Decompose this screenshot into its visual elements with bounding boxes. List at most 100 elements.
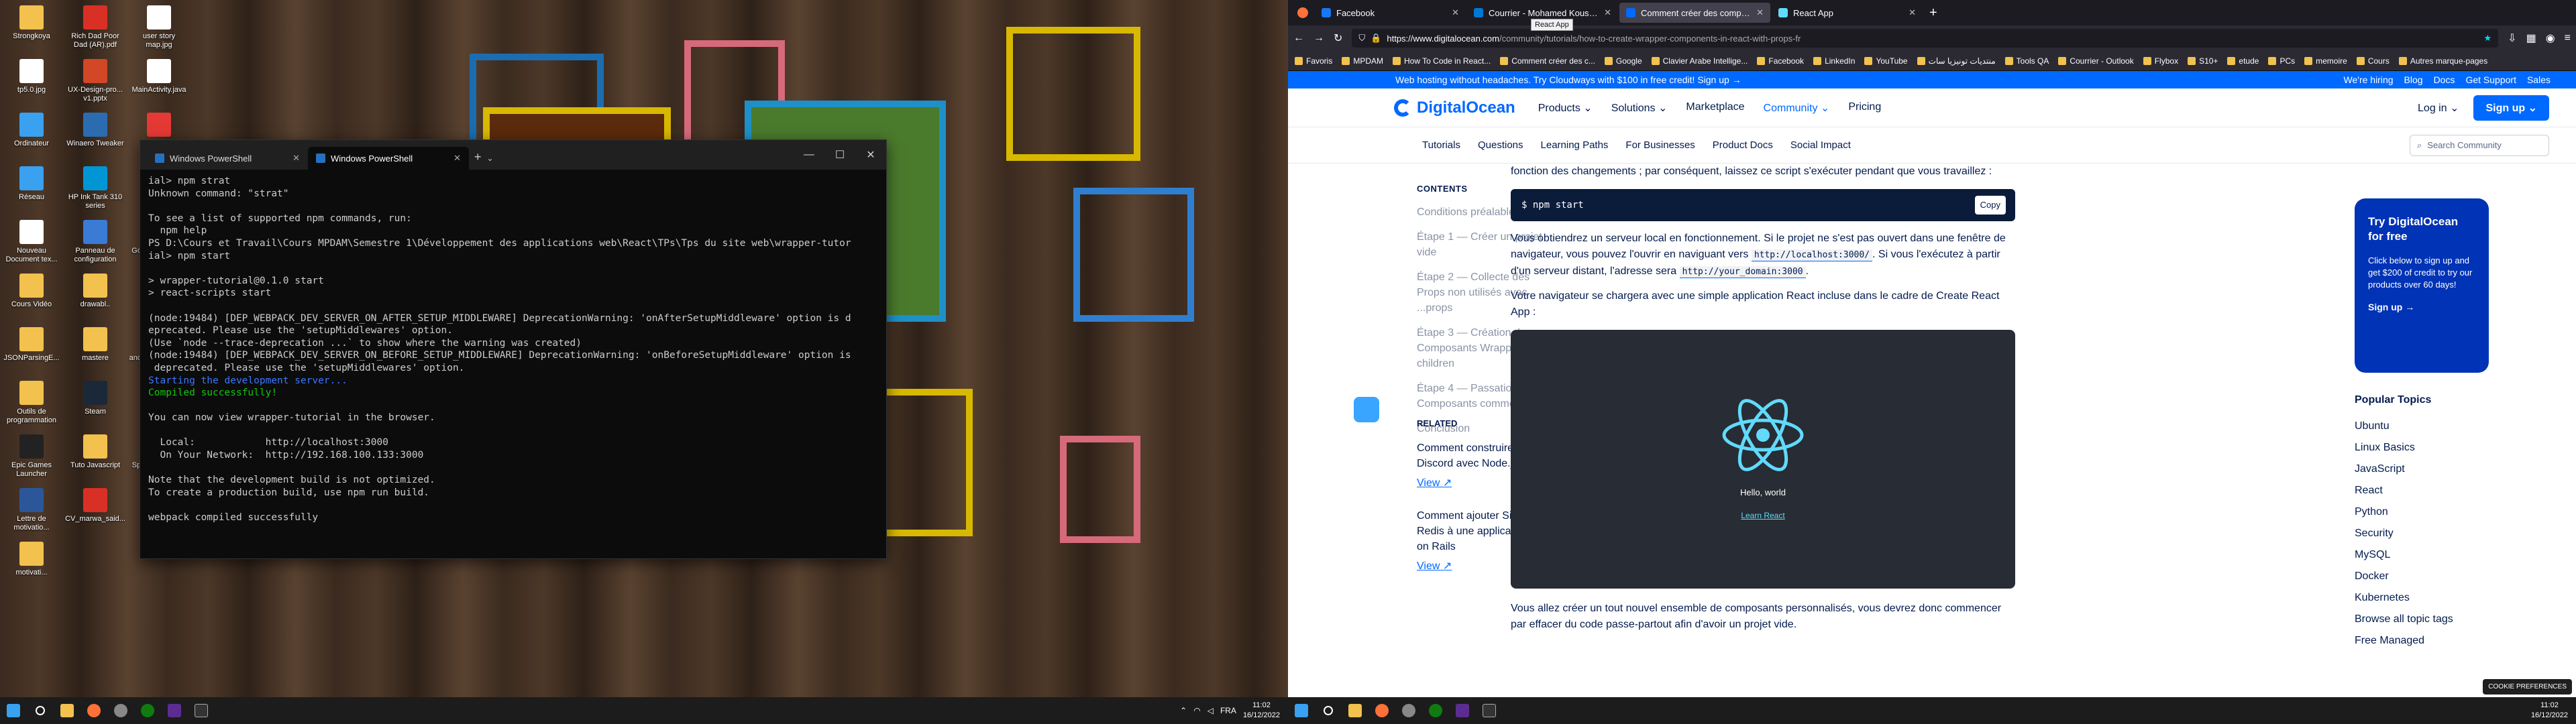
start-icon[interactable] — [1288, 697, 1315, 724]
desktop-icon[interactable]: tp5.0.jpg — [1, 56, 62, 117]
start-icon[interactable] — [0, 697, 27, 724]
login-link[interactable]: Log in ⌄ — [2418, 101, 2459, 115]
bookmark-star-icon[interactable]: ★ — [2484, 33, 2492, 44]
signup-button[interactable]: Sign up ⌄ — [2473, 95, 2549, 121]
nav-item[interactable]: Pricing — [1848, 101, 1881, 115]
volume-icon[interactable]: ◁ — [1208, 706, 1214, 715]
promo-text[interactable]: Web hosting without headaches. Try Cloud… — [1395, 74, 1741, 85]
close-icon[interactable]: ✕ — [453, 153, 461, 164]
bookmark-item[interactable]: MPDAM — [1342, 56, 1383, 66]
reload-icon[interactable]: ↻ — [1334, 32, 1342, 45]
terminal-tab-active[interactable]: Windows PowerShell ✕ — [308, 147, 469, 170]
bookmark-item[interactable]: LinkedIn — [1813, 56, 1855, 66]
promo-link[interactable]: We're hiring — [2344, 74, 2394, 85]
desktop-icon[interactable]: Lettre de motivatio... — [1, 485, 62, 546]
bookmark-item[interactable]: Cours — [2356, 56, 2390, 66]
desktop-icon[interactable]: user story map.jpg — [129, 3, 189, 63]
desktop-icon[interactable]: Rich Dad Poor Dad (AR).pdf — [65, 3, 125, 63]
topic-link[interactable]: Ubuntu — [2355, 416, 2516, 437]
close-tab-icon[interactable]: ✕ — [1604, 7, 1611, 18]
download-icon[interactable]: ⇩ — [2508, 32, 2516, 45]
desktop-icon[interactable]: Epic Games Launcher — [1, 432, 62, 492]
bookmark-item[interactable]: How To Code in React... — [1393, 56, 1491, 66]
promo-link[interactable]: Sales — [2527, 74, 2551, 85]
back-icon[interactable]: ← — [1293, 32, 1304, 44]
bookmark-item[interactable]: PCs — [2268, 56, 2295, 66]
terminal-output[interactable]: ial> npm strat Unknown command: "strat" T… — [140, 170, 886, 530]
firefox-icon[interactable] — [80, 697, 107, 724]
bookmark-item[interactable]: S10+ — [2188, 56, 2218, 66]
desktop-icon[interactable]: drawabl.. — [65, 271, 125, 331]
language-indicator[interactable]: FRA — [1220, 706, 1236, 715]
logo[interactable]: DigitalOcean — [1394, 99, 1515, 117]
topic-link[interactable]: MySQL — [2355, 544, 2516, 566]
promo-link[interactable]: Blog — [2404, 74, 2423, 85]
topic-link[interactable]: Security — [2355, 523, 2516, 544]
nav-item[interactable]: Marketplace — [1686, 101, 1744, 115]
browser-tab[interactable]: React App ✕ — [1772, 3, 1923, 23]
desktop-icon[interactable]: Steam — [65, 378, 125, 438]
desktop-icon[interactable]: mastere — [65, 324, 125, 385]
desktop-icon[interactable]: HP Ink Tank 310 series — [65, 164, 125, 224]
bookmark-item[interactable]: منتديات تونيزيا سات — [1917, 56, 1996, 66]
bookmark-item[interactable]: Clavier Arabe Intellige... — [1651, 56, 1748, 66]
nav-item[interactable]: Solutions ⌄ — [1611, 101, 1668, 115]
topic-link[interactable]: Linux Basics — [2355, 437, 2516, 459]
maximize-icon[interactable]: ☐ — [824, 140, 855, 170]
menu-icon[interactable]: ≡ — [2565, 32, 2571, 44]
desktop-icon[interactable]: Winaero Tweaker — [65, 110, 125, 170]
bookmark-item[interactable]: memoire — [2304, 56, 2347, 66]
desktop-icon[interactable]: Réseau — [1, 164, 62, 224]
settings-icon[interactable] — [1395, 697, 1422, 724]
bookmark-item[interactable]: etude — [2227, 56, 2259, 66]
xbox-icon[interactable] — [1422, 697, 1449, 724]
close-window-icon[interactable]: ✕ — [855, 140, 886, 170]
powershell-window[interactable]: Windows PowerShell ✕ Windows PowerShell ✕ … — [140, 139, 887, 559]
desktop-icon[interactable]: Cours Vidéo — [1, 271, 62, 331]
subnav-item[interactable]: Product Docs — [1713, 139, 1773, 151]
promo-signup-button[interactable]: Sign up → — [2368, 302, 2475, 312]
bookmark-item[interactable]: Favoris — [1295, 56, 1332, 66]
bookmark-item[interactable]: Tools QA — [2004, 56, 2049, 66]
new-tab-icon[interactable]: + — [1929, 5, 1937, 21]
desktop-icon[interactable]: Tuto Javascript — [65, 432, 125, 492]
terminal-icon[interactable] — [188, 697, 215, 724]
file-explorer-icon[interactable] — [54, 697, 80, 724]
copy-button[interactable]: Copy — [1974, 196, 2006, 215]
promo-link[interactable]: Docs — [2434, 74, 2455, 85]
bookmark-item[interactable]: Flybox — [2143, 56, 2178, 66]
desktop-icon[interactable]: Strongkoya — [1, 3, 62, 63]
topic-link[interactable]: Browse all topic tags — [2355, 609, 2516, 630]
desktop-icon[interactable]: Outils de programmation — [1, 378, 62, 438]
subnav-item[interactable]: Learning Paths — [1541, 139, 1609, 151]
new-tab-icon[interactable]: + — [474, 150, 482, 164]
subnav-item[interactable]: Questions — [1478, 139, 1523, 151]
search-input[interactable]: ⌕ Search Community — [2410, 134, 2549, 156]
bookmark-item[interactable]: Courrier - Outlook — [2058, 56, 2134, 66]
vs-icon[interactable] — [1449, 697, 1476, 724]
firefox-icon[interactable] — [1368, 697, 1395, 724]
browser-tab[interactable]: Comment créer des composa... ✕ — [1619, 3, 1770, 23]
nav-item[interactable]: Products ⌄ — [1538, 101, 1593, 115]
terminal-tab[interactable]: Windows PowerShell ✕ — [147, 147, 308, 170]
xbox-icon[interactable] — [134, 697, 161, 724]
subnav-item[interactable]: Social Impact — [1790, 139, 1851, 151]
bookmark-item[interactable]: Google — [1604, 56, 1642, 66]
bookmark-item[interactable]: Autres marque-pages — [2398, 56, 2487, 66]
chevron-down-icon[interactable]: ⌄ — [487, 154, 494, 163]
close-tab-icon[interactable]: ✕ — [1756, 7, 1764, 18]
account-icon[interactable]: ◉ — [2546, 32, 2555, 45]
desktop-icon[interactable]: UX-Design-pro... v1.pptx — [65, 56, 125, 117]
bookmark-item[interactable]: YouTube — [1864, 56, 1908, 66]
nav-item[interactable]: Community ⌄ — [1764, 101, 1830, 115]
desktop-icon[interactable]: MainActivity.java — [129, 56, 189, 117]
file-explorer-icon[interactable] — [1342, 697, 1368, 724]
settings-icon[interactable] — [107, 697, 134, 724]
desktop-icon[interactable]: CV_marwa_said... — [65, 485, 125, 546]
topic-link[interactable]: React — [2355, 480, 2516, 501]
close-tab-icon[interactable]: ✕ — [1909, 7, 1916, 18]
desktop-icon[interactable]: motivati... — [1, 539, 62, 599]
topic-link[interactable]: Docker — [2355, 566, 2516, 587]
desktop-icon[interactable]: JSONParsingE... — [1, 324, 62, 385]
desktop-icon[interactable]: Panneau de configuration — [65, 217, 125, 278]
